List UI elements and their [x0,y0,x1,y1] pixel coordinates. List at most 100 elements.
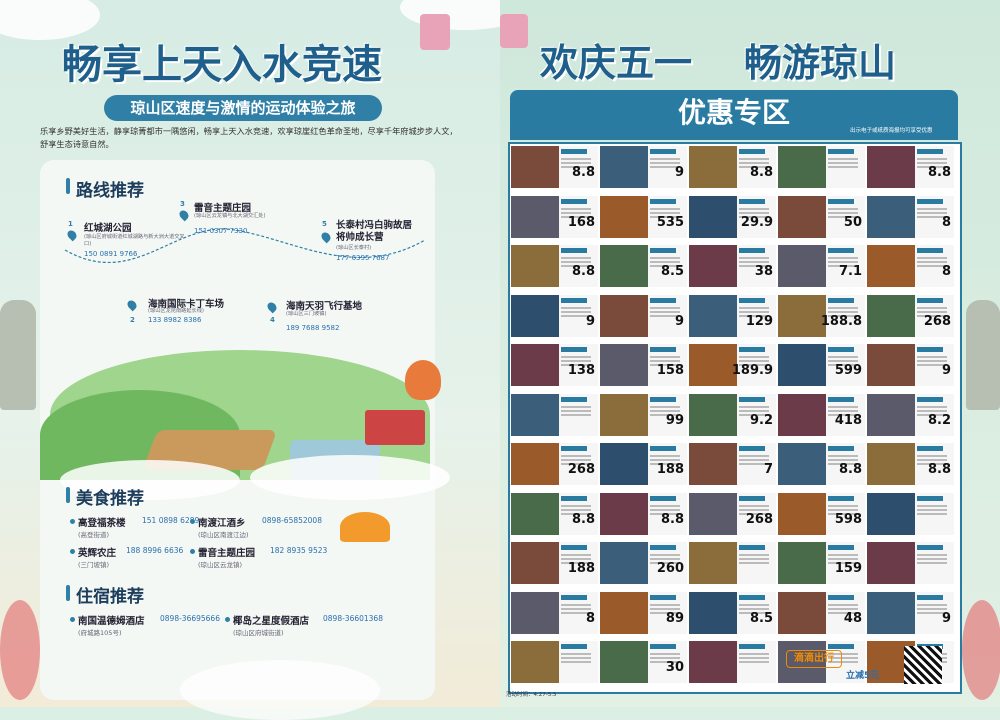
coupon-card[interactable]: 9 [600,146,687,188]
coupon-card[interactable]: 168 [511,195,598,238]
coupon-card[interactable] [778,146,865,188]
hotel-name: 南国温德姆酒店 [78,616,145,627]
venue-photo [600,492,648,535]
coupon-card[interactable] [511,393,598,436]
coupon-card[interactable]: 8.8 [867,443,954,485]
coupon-card[interactable] [689,542,776,584]
coupon-card[interactable]: 159 [778,542,865,584]
coupon-card[interactable]: 50 [778,195,865,238]
fine-print-line [649,657,680,659]
coupon-card[interactable] [867,542,954,584]
coupon-card[interactable]: 9.2 [689,393,776,436]
fine-print-line [649,508,680,511]
coupon-card[interactable]: 138 [511,344,598,386]
fine-print-line [916,603,947,606]
coupon-card[interactable]: 8.8 [511,245,598,287]
coupon-card[interactable]: 8.8 [867,146,954,188]
coupon-card[interactable]: 8.5 [689,591,776,634]
coupon-card[interactable]: 8.8 [511,146,598,188]
route-number: 1 [68,220,73,228]
coupon-card[interactable]: 188 [600,443,687,485]
coupon-card[interactable]: 8.8 [511,492,598,535]
venue-photo [600,641,648,683]
fine-print-line [916,211,947,214]
discount-value: 8.2 [927,412,951,428]
route-address: (琼山区龙昆南路延长线) [148,308,204,314]
fine-print-line [827,554,858,556]
discount-value: 8.8 [927,462,951,477]
coupon-card[interactable]: 99 [600,393,687,436]
coupon-card[interactable]: 7.1 [778,245,865,287]
coupon-card[interactable]: 8.8 [689,146,776,188]
coupon-card[interactable]: 9 [511,294,598,337]
coupon-card[interactable]: 9 [867,591,954,634]
fine-print-line [649,653,680,655]
route-item-1[interactable]: 1 红城湖公园 (琼山区府城街道红城湖路与新大洲大道交叉口) 150 0891 … [65,220,185,258]
coupon-card[interactable]: 8.8 [778,443,865,485]
venue-photo [689,146,737,188]
route-name: 长泰村冯白驹故居 将帅成长营 [336,220,413,243]
coupon-card[interactable]: 8.8 [600,492,687,535]
coupon-card[interactable]: 30 [600,641,687,683]
coupon-card[interactable]: 7 [689,443,776,485]
fine-print-line [827,356,858,358]
coupon-card[interactable]: 268 [689,492,776,535]
venue-tag [916,149,943,154]
coupon-info [914,492,954,535]
coupon-card[interactable]: 48 [778,591,865,634]
qr-code[interactable] [904,646,942,684]
fine-print-line [649,261,680,263]
coupon-card[interactable]: 268 [867,294,954,337]
discount-value: 188.8 [820,313,862,329]
coupon-card[interactable]: 188.8 [778,294,865,337]
coupon-card[interactable]: 189.9 [689,344,776,386]
venue-tag [916,495,943,501]
venue-tag [649,297,676,303]
coupon-card[interactable]: 8 [867,195,954,238]
venue-tag [827,347,854,352]
food-phone: 182 8935 9523 [270,546,328,555]
coupon-card[interactable]: 9 [867,344,954,386]
route-item-5[interactable]: 5 长泰村冯白驹故居 将帅成长营 (琼山区长泰村) 177 6395 7687 [319,220,412,262]
coupon-card[interactable] [511,641,598,683]
coupon-card[interactable]: 158 [600,344,687,386]
coupon-card[interactable]: 8.2 [867,393,954,436]
fine-print-line [560,459,591,461]
coupon-card[interactable]: 598 [778,492,865,535]
venue-tag [916,347,943,352]
footer-info: 活动时间：4.27-5.5 [506,690,556,698]
venue-tag [649,396,676,402]
coupon-card[interactable]: 129 [689,294,776,337]
fine-print-line [827,261,858,263]
route-item-3[interactable]: 3 雷音主题庄园 (琼山区云龙镇与北大湖交汇处) 151 0307 7330 [177,200,266,235]
coupon-card[interactable]: 38 [689,245,776,287]
fine-print-line [649,211,680,214]
coupon-card[interactable]: 599 [778,344,865,386]
fine-print-line [738,158,769,160]
coupon-card[interactable]: 260 [600,542,687,584]
coupon-card[interactable]: 89 [600,591,687,634]
fine-print-line [649,459,680,461]
coupon-card[interactable]: 8 [511,591,598,634]
right-panel: 欢庆五一 畅游琼山 优惠专区 出示电子或纸质海报均可享受优惠 8.8 9 8.8 8.… [500,0,1000,707]
fine-print-line [649,310,680,313]
coupon-card[interactable]: 9 [600,294,687,337]
discount-value: 8 [941,264,951,279]
coupon-info [736,542,776,584]
coupon-card[interactable]: 535 [600,195,687,238]
coupon-card[interactable]: 8.5 [600,245,687,287]
coupon-card[interactable] [867,492,954,535]
fine-print-line [560,455,591,457]
coupon-card[interactable]: 8 [867,245,954,287]
coupon-card[interactable]: 418 [778,393,865,436]
discount-value: 29.9 [740,214,773,230]
fine-print-line [738,405,769,408]
discount-value: 9 [941,610,951,626]
coupon-card[interactable] [689,641,776,683]
venue-tag [827,248,854,253]
coupon-card[interactable]: 188 [511,542,598,584]
coupon-card[interactable]: 268 [511,443,598,485]
route-phone: 133 8982 8386 [148,316,202,324]
fine-print-line [827,409,858,412]
coupon-card[interactable]: 29.9 [689,195,776,238]
